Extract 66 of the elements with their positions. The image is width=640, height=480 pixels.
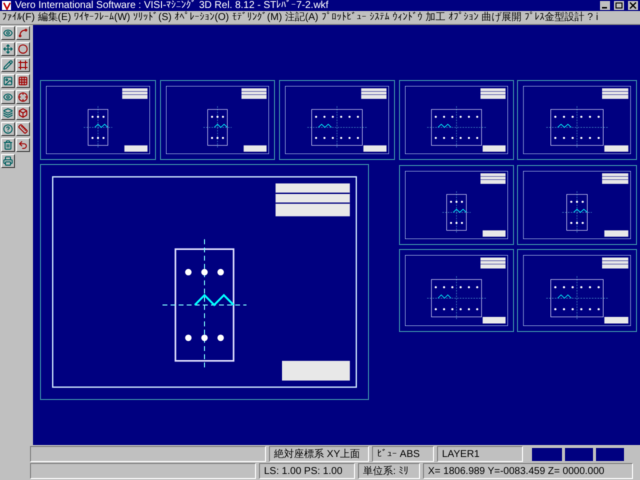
tool-button[interactable] bbox=[1, 90, 15, 104]
tool-button[interactable] bbox=[16, 138, 30, 152]
undo-icon bbox=[18, 140, 28, 150]
menu-item[interactable]: 加工 bbox=[425, 12, 446, 24]
indicator-panel bbox=[565, 448, 593, 460]
menu-item[interactable]: ｿﾘｯﾄﾞ(S) bbox=[133, 12, 172, 24]
tool-button[interactable] bbox=[1, 122, 15, 136]
tool-button[interactable] bbox=[1, 42, 15, 56]
layers-icon bbox=[3, 108, 13, 118]
curve-icon bbox=[18, 28, 28, 38]
view-label: ﾋﾞｭｰ ABS bbox=[372, 446, 434, 462]
coordinates-readout: X= 1806.989 Y=-0083.459 Z= 0000.000 bbox=[423, 463, 633, 479]
maximize-icon bbox=[614, 1, 624, 10]
cube-icon bbox=[18, 108, 28, 118]
units-label: 単位系: ﾐﾘ bbox=[358, 463, 420, 479]
menu-item[interactable]: ﾓﾃﾞﾘﾝｸﾞ(M) bbox=[232, 12, 282, 24]
tool-button[interactable] bbox=[1, 58, 15, 72]
app-logo-icon bbox=[2, 1, 11, 10]
menu-item[interactable]: ﾌﾟﾛｯﾄﾋﾞｭｰ bbox=[321, 12, 366, 24]
menu-item[interactable]: ｳｨﾝﾄﾞｳ bbox=[392, 12, 422, 24]
close-icon bbox=[628, 1, 638, 10]
tool-button[interactable] bbox=[16, 122, 30, 136]
circle-icon bbox=[18, 44, 28, 54]
menu-item[interactable]: ｵﾌﾟｼｮﾝ bbox=[448, 12, 478, 24]
layer-label: LAYER1 bbox=[437, 446, 523, 462]
menu-item[interactable]: ｼｽﾃﾑ bbox=[369, 12, 390, 24]
tool-button[interactable] bbox=[16, 106, 30, 120]
tool-button[interactable] bbox=[1, 26, 15, 40]
menu-item[interactable]: 曲げ展開 bbox=[481, 12, 522, 24]
tool-button[interactable] bbox=[16, 26, 30, 40]
indicator-panel bbox=[596, 448, 624, 460]
menu-item[interactable]: 編集(E) bbox=[38, 12, 72, 24]
frame-icon bbox=[18, 60, 28, 70]
close-button[interactable] bbox=[628, 1, 638, 10]
tool-button[interactable] bbox=[16, 42, 30, 56]
ruler-icon bbox=[18, 124, 28, 134]
indicator-panel bbox=[532, 448, 562, 460]
tool-button[interactable] bbox=[1, 74, 15, 88]
tool-button[interactable] bbox=[16, 90, 30, 104]
window-title: Vero International Software : VISI-ﾏｼﾆﾝｸﾞ 3D Rel. 8.12 - STﾚﾊﾞｰ7-2.wkf bbox=[15, 0, 330, 11]
move-icon bbox=[3, 44, 13, 54]
tool-button[interactable] bbox=[16, 74, 30, 88]
maximize-button[interactable] bbox=[614, 1, 624, 10]
pencil-icon bbox=[3, 60, 13, 70]
scale-label: LS: 1.00 PS: 1.00 bbox=[259, 463, 355, 479]
tool-button[interactable] bbox=[1, 154, 15, 168]
bin-icon bbox=[3, 140, 13, 150]
tool-button[interactable] bbox=[1, 138, 15, 152]
menu-item[interactable]: ﾜｲﾔｰﾌﾚｰﾑ(W) bbox=[74, 12, 130, 24]
menu-item[interactable]: ﾌﾟﾚｽ金型設計 bbox=[524, 12, 584, 24]
menu-item[interactable]: ? bbox=[587, 12, 593, 24]
tool-button[interactable] bbox=[16, 58, 30, 72]
printer-icon bbox=[3, 156, 13, 166]
question-icon bbox=[3, 124, 13, 134]
menu-item[interactable]: ﾌｧｲﾙ(F) bbox=[2, 12, 35, 24]
crosshair-icon bbox=[18, 92, 28, 102]
grid-icon bbox=[18, 76, 28, 86]
coordinate-system-label: 絶対座標系 XY上面 bbox=[269, 446, 369, 462]
picture-icon bbox=[3, 76, 13, 86]
eye-icon bbox=[3, 28, 13, 38]
menu-item[interactable]: i bbox=[596, 12, 598, 24]
menu-item[interactable]: 注記(A) bbox=[285, 12, 318, 24]
minimize-button[interactable] bbox=[600, 1, 610, 10]
tool-button[interactable] bbox=[1, 106, 15, 120]
menu-item[interactable]: ｵﾍﾟﾚｰｼｮﾝ(O) bbox=[174, 12, 230, 24]
eye-icon bbox=[3, 92, 13, 102]
